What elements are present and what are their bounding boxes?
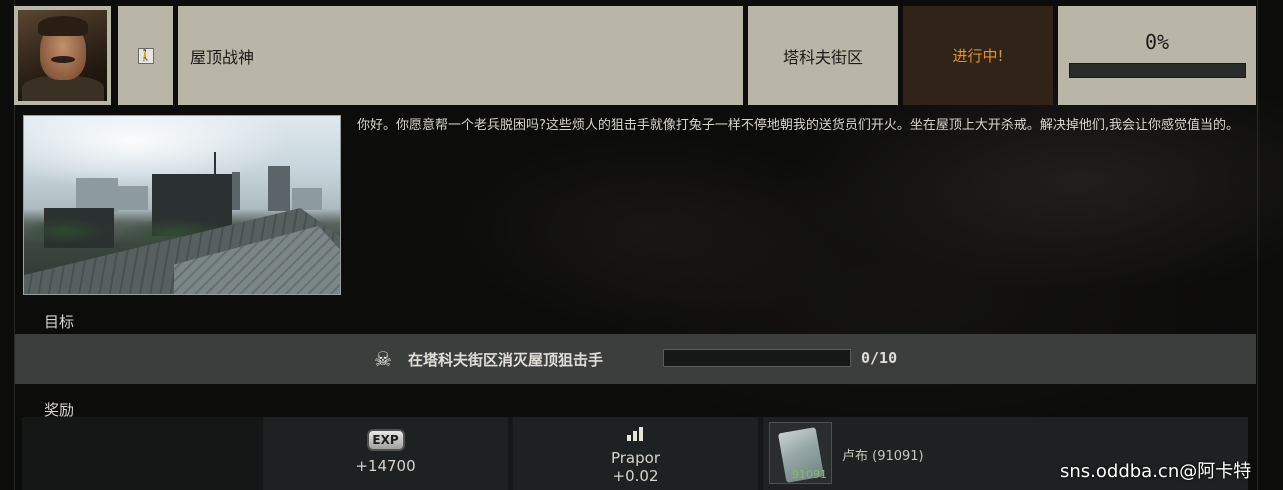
- exp-icon: EXP: [366, 429, 405, 451]
- objective-row: [15, 334, 1256, 384]
- watermark: sns.oddba.cn@阿卡特: [1060, 461, 1252, 482]
- item-stack-count: 91091: [792, 468, 827, 481]
- standing-increase-icon: [625, 423, 647, 441]
- trader-name: Prapor: [610, 449, 660, 467]
- standing-value: +0.02: [612, 467, 659, 485]
- quest-image: [23, 115, 341, 295]
- objectives-heading: 目标: [44, 313, 75, 331]
- exit-icon: 🚶: [137, 47, 154, 64]
- objective-progress-bar: [663, 349, 851, 367]
- objective-count: 0/10: [861, 349, 898, 367]
- quest-status: 进行中!: [903, 6, 1053, 105]
- item-label: 卢布 (91091): [842, 449, 924, 464]
- trader-avatar: [18, 10, 107, 101]
- skull-icon: ☠: [374, 347, 392, 371]
- progress-percent: 0%: [1144, 30, 1170, 54]
- exp-value: +14700: [355, 457, 416, 475]
- objective-text: 在塔科夫街区消灭屋顶狙击手: [408, 351, 604, 369]
- description-text: 你好。你愿意帮一个老兵脱困吗?这些烦人的狙击手就像打兔子一样不停地朝我的送货员们…: [357, 118, 1240, 133]
- standing-reward: Prapor +0.02: [513, 417, 758, 490]
- quest-title[interactable]: 屋顶战神: [178, 6, 743, 105]
- roubles-item[interactable]: 91091: [769, 422, 832, 484]
- quest-description: 你好。你愿意帮一个老兵脱困吗?这些烦人的狙击手就像打兔子一样不停地朝我的送货员们…: [357, 117, 1247, 134]
- quest-location: 塔科夫街区: [748, 6, 898, 105]
- exp-reward: EXP +14700: [263, 417, 508, 490]
- quest-type-tile: 🚶: [118, 6, 173, 105]
- progress-bar: [1068, 63, 1246, 78]
- quest-progress: 0%: [1058, 6, 1256, 105]
- trader-portrait[interactable]: [14, 6, 111, 105]
